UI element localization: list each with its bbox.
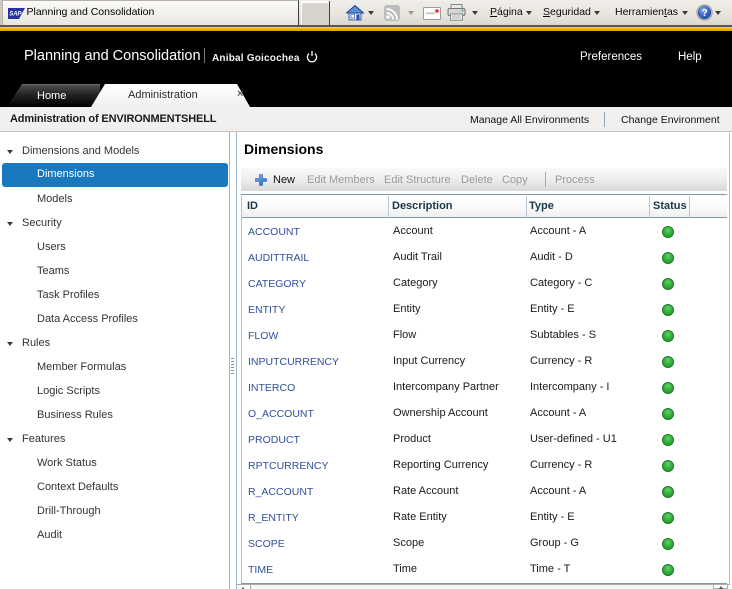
svg-text:?: ? <box>702 8 708 19</box>
svg-text:SAP: SAP <box>9 12 22 18</box>
